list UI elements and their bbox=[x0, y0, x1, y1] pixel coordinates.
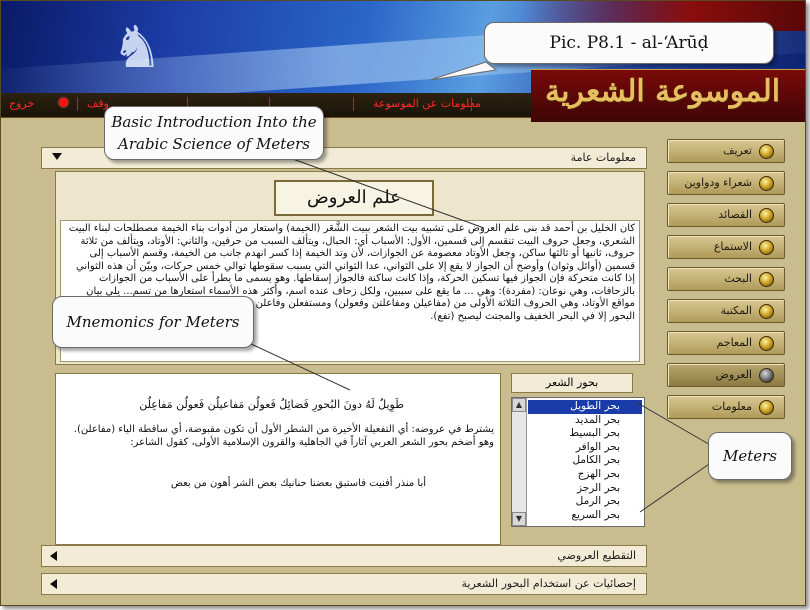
section-scansion[interactable]: التقطيع العروضي bbox=[41, 545, 647, 567]
section-title: التقطيع العروضي bbox=[557, 549, 636, 562]
sidebar-item-dictionaries[interactable]: المعاجم bbox=[667, 331, 785, 355]
knob-icon bbox=[759, 336, 774, 351]
sidebar: تعريف شعراء ودواوين القصائد الاستماع الب… bbox=[667, 139, 785, 427]
meters-label: بحور الشعر bbox=[511, 373, 633, 393]
knob-icon bbox=[759, 208, 774, 223]
panel-title: علم العروض bbox=[274, 180, 434, 216]
sidebar-item-info[interactable]: معلومات bbox=[667, 395, 785, 419]
sidebar-item-label: المعاجم bbox=[716, 336, 752, 349]
sidebar-item-poets[interactable]: شعراء ودواوين bbox=[667, 171, 785, 195]
sidebar-item-label: البحث bbox=[724, 272, 752, 285]
example-verse: أبا منذر أفنيت فاستبق بعضنا حنانيك بعض ا… bbox=[170, 478, 426, 489]
meters-list: بحر الطويل بحر المديد بحر البسيط بحر الو… bbox=[528, 400, 642, 522]
knob-icon bbox=[759, 400, 774, 415]
knob-icon bbox=[759, 304, 774, 319]
section-statistics[interactable]: إحصائيات عن استخدام البحور الشعرية bbox=[41, 573, 647, 595]
knob-icon bbox=[759, 240, 774, 255]
meters-callout-text: Meters bbox=[722, 447, 777, 465]
mnemonics-callout: Mnemonics for Meters bbox=[52, 296, 254, 348]
menu-separator bbox=[77, 97, 78, 111]
meter-item[interactable]: بحر البسيط bbox=[528, 427, 642, 441]
pic-label-callout: Pic. P8.1 - al-‘Arūḍ bbox=[484, 22, 774, 64]
menu-separator bbox=[353, 97, 354, 111]
menu-stop[interactable]: وقف bbox=[87, 97, 109, 110]
sidebar-item-label: المكتبة bbox=[720, 304, 752, 317]
sidebar-item-label: معلومات bbox=[711, 400, 752, 413]
sidebar-item-search[interactable]: البحث bbox=[667, 267, 785, 291]
meter-item[interactable]: بحر السريع bbox=[528, 509, 642, 523]
section-title: معلومات عامة bbox=[570, 151, 636, 164]
sidebar-item-poems[interactable]: القصائد bbox=[667, 203, 785, 227]
sidebar-item-label: تعريف bbox=[723, 144, 752, 157]
meter-item[interactable]: بحر الهزج bbox=[528, 468, 642, 482]
exit-dot-icon[interactable] bbox=[59, 98, 68, 107]
sidebar-item-label: شعراء ودواوين bbox=[684, 176, 752, 189]
main-content: معلومات عامة علم العروض كان الخليل بن أح… bbox=[41, 147, 651, 597]
knob-icon bbox=[759, 368, 774, 383]
knob-icon bbox=[759, 144, 774, 159]
scroll-up-icon[interactable]: ▲ bbox=[512, 398, 526, 412]
intro-callout: Basic Introduction Into the Arabic Scien… bbox=[104, 106, 324, 160]
meters-callout: Meters bbox=[708, 432, 792, 480]
sidebar-item-library[interactable]: المكتبة bbox=[667, 299, 785, 323]
sidebar-item-prosody[interactable]: العروض bbox=[667, 363, 785, 387]
pic-label: Pic. P8.1 - al-‘Arūḍ bbox=[549, 33, 709, 53]
meter-item[interactable]: بحر الطويل bbox=[528, 400, 642, 414]
menu-exit[interactable]: خروج bbox=[9, 97, 34, 110]
meter-item[interactable]: بحر الوافر bbox=[528, 441, 642, 455]
mnemonic-verse: طَوِيلٌ لَهُ دونَ البُحورِ فَضائِلُ فَعو… bbox=[139, 398, 404, 411]
meter-item[interactable]: بحر المديد bbox=[528, 414, 642, 428]
scroll-down-icon[interactable]: ▼ bbox=[512, 512, 526, 526]
sidebar-item-label: العروض bbox=[715, 368, 752, 381]
logo-text: الموسوعة الشعرية bbox=[545, 74, 781, 109]
meter-item[interactable]: بحر الكامل bbox=[528, 454, 642, 468]
sidebar-item-listen[interactable]: الاستماع bbox=[667, 235, 785, 259]
meter-detail-box[interactable]: طَوِيلٌ لَهُ دونَ البُحورِ فَضائِلُ فَعو… bbox=[55, 373, 501, 545]
mnemonics-callout-text: Mnemonics for Meters bbox=[66, 313, 240, 331]
sidebar-item-intro[interactable]: تعريف bbox=[667, 139, 785, 163]
app-logo: الموسوعة الشعرية bbox=[531, 69, 805, 122]
section-title: إحصائيات عن استخدام البحور الشعرية bbox=[461, 577, 636, 590]
menu-about[interactable]: معلومات عن الموسوعة bbox=[373, 97, 481, 110]
knob-icon bbox=[759, 176, 774, 191]
sidebar-item-label: القصائد bbox=[718, 208, 752, 221]
menu-separator bbox=[471, 97, 472, 111]
meter-item[interactable]: بحر الرجز bbox=[528, 482, 642, 496]
meter-description: يشترط في عروضه: أي التفعيلة الأخيرة من ا… bbox=[73, 424, 494, 448]
expand-arrow-icon[interactable] bbox=[50, 551, 57, 561]
sidebar-item-label: الاستماع bbox=[713, 240, 752, 253]
scrollbar[interactable]: ▲ ▼ bbox=[512, 398, 527, 526]
collapse-arrow-icon[interactable] bbox=[52, 153, 62, 160]
meter-item[interactable]: بحر الرمل bbox=[528, 495, 642, 509]
horse-icon: ♞ bbox=[111, 13, 163, 81]
expand-arrow-icon[interactable] bbox=[50, 579, 57, 589]
knob-icon bbox=[759, 272, 774, 287]
intro-callout-text: Basic Introduction Into the Arabic Scien… bbox=[111, 113, 317, 153]
meters-listbox[interactable]: ▲ ▼ بحر الطويل بحر المديد بحر البسيط بحر… bbox=[511, 397, 645, 527]
